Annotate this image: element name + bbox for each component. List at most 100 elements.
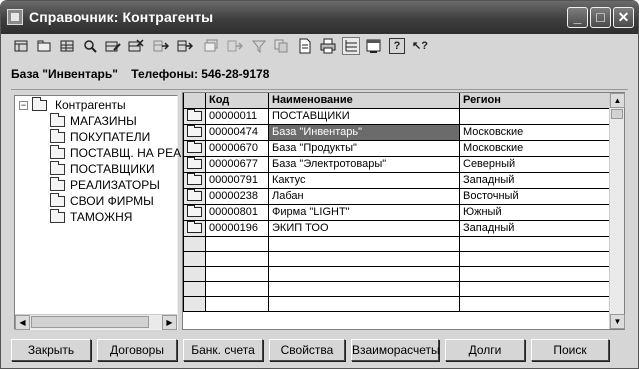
table-row[interactable] (183, 235, 611, 252)
table-row[interactable] (183, 265, 611, 282)
cell-name[interactable]: ПОСТАВЩИКИ (268, 107, 460, 125)
cell-name[interactable] (268, 235, 460, 252)
copy-icon[interactable] (273, 38, 289, 54)
cell-code[interactable] (205, 280, 269, 297)
cell-name[interactable]: База "Электротовары" (268, 155, 460, 173)
company-name: База "Инвентарь" (11, 67, 118, 81)
cell-region[interactable]: Южный (459, 203, 611, 221)
minimize-button[interactable]: _ (567, 7, 588, 28)
scroll-thumb[interactable] (31, 316, 149, 328)
grid-icon[interactable] (59, 38, 75, 54)
scroll-thumb[interactable] (611, 109, 623, 119)
move-group-icon[interactable] (227, 38, 243, 54)
table-row[interactable]: 00000670 База "Продукты" Московские (183, 139, 611, 157)
table-row[interactable]: 00000011 ПОСТАВЩИКИ (183, 107, 611, 125)
print-icon[interactable] (320, 38, 336, 54)
maximize-button[interactable]: □ (590, 7, 611, 28)
scroll-down-icon[interactable]: ▼ (610, 314, 625, 329)
category-tree[interactable]: − Контрагенты МАГАЗИНЫ ПОКУПАТЕЛИ ПОСТАВ… (14, 95, 181, 330)
scroll-up-icon[interactable]: ▲ (610, 93, 625, 108)
tree-item-label: СВОИ ФИРМЫ (70, 194, 154, 208)
cell-region[interactable] (459, 107, 611, 125)
cell-name[interactable]: База "Продукты" (268, 139, 460, 157)
column-header-name[interactable]: Наименование (268, 93, 460, 109)
column-header-region[interactable]: Регион (459, 93, 611, 109)
cell-region[interactable] (459, 295, 611, 312)
table-vertical-scrollbar[interactable]: ▲ ▼ (609, 93, 625, 329)
cell-code[interactable] (205, 235, 269, 252)
delete-row-icon[interactable] (128, 38, 144, 54)
scroll-right-icon[interactable]: ▶ (162, 315, 177, 330)
table-row[interactable]: 00000801 Фирма "LIGHT" Южный (183, 203, 611, 221)
document-icon[interactable] (297, 38, 313, 54)
cell-region[interactable]: Московские (459, 123, 611, 141)
close-button[interactable]: ✕ (613, 7, 634, 28)
move-icon[interactable] (153, 38, 169, 54)
table-row[interactable] (183, 295, 611, 312)
settlements-button[interactable]: Взаиморасчеты (351, 339, 440, 361)
cell-code[interactable] (205, 295, 269, 312)
properties-button[interactable]: Свойства (269, 339, 345, 361)
search-button[interactable]: Поиск (531, 339, 609, 361)
tree-item-label: РЕАЛИЗАТОРЫ (70, 178, 160, 192)
open-folder-icon[interactable] (36, 38, 52, 54)
find-icon[interactable] (82, 38, 98, 54)
cell-code[interactable]: 00000238 (205, 187, 269, 205)
cell-region[interactable]: Западный (459, 219, 611, 237)
table-row[interactable]: 00000791 Кактус Западный (183, 171, 611, 189)
cell-region[interactable] (459, 280, 611, 297)
cell-name[interactable]: Фирма "LIGHT" (268, 203, 460, 221)
tree-horizontal-scrollbar[interactable]: ◀ ▶ (15, 314, 177, 330)
cell-region[interactable]: Восточный (459, 187, 611, 205)
table-row[interactable]: 00000474 База "Инвентарь" Московские (183, 123, 611, 141)
cell-code[interactable]: 00000801 (205, 203, 269, 221)
cell-code[interactable]: 00000196 (205, 219, 269, 237)
bank-accounts-button[interactable]: Банк. счета (183, 339, 263, 361)
cell-region[interactable] (459, 265, 611, 282)
table-row[interactable]: 00000196 ЭКИП ТОО Западный (183, 219, 611, 237)
cell-code[interactable]: 00000791 (205, 171, 269, 189)
contracts-button[interactable]: Договоры (97, 339, 177, 361)
cell-code[interactable]: 00000677 (205, 155, 269, 173)
scroll-left-icon[interactable]: ◀ (15, 315, 30, 330)
tree-view-icon[interactable] (342, 37, 360, 55)
cell-region[interactable]: Московские (459, 139, 611, 157)
cell-region[interactable]: Северный (459, 155, 611, 173)
column-header-icon[interactable] (183, 93, 206, 109)
cell-name[interactable]: Кактус (268, 171, 460, 189)
cell-code[interactable]: 00000474 (205, 123, 269, 141)
help-icon[interactable]: ? (389, 38, 405, 54)
row-icon-cell (183, 171, 206, 189)
table-row[interactable] (183, 280, 611, 297)
window-icon[interactable] (366, 38, 382, 54)
collapse-icon[interactable]: − (19, 101, 28, 110)
table-row[interactable] (183, 250, 611, 267)
debts-button[interactable]: Долги (445, 339, 525, 361)
new-icon[interactable] (13, 38, 29, 54)
cell-code[interactable]: 00000670 (205, 139, 269, 157)
cell-code[interactable] (205, 250, 269, 267)
title-bar[interactable]: Справочник: Контрагенты _ □ ✕ (1, 1, 638, 34)
cell-region[interactable] (459, 235, 611, 252)
context-help-icon[interactable]: ↖? (411, 38, 429, 54)
cell-code[interactable]: 00000011 (205, 107, 269, 125)
cell-name[interactable]: База "Инвентарь" (268, 123, 460, 141)
contractors-table[interactable]: Код Наименование Регион 00000011 ПОСТАВЩИ… (182, 92, 625, 330)
copy-move-icon[interactable] (177, 38, 193, 54)
close-dialog-button[interactable]: Закрыть (11, 339, 91, 361)
table-row[interactable]: 00000677 База "Электротовары" Северный (183, 155, 611, 173)
cell-region[interactable]: Западный (459, 171, 611, 189)
cell-name[interactable] (268, 265, 460, 282)
column-header-code[interactable]: Код (205, 93, 269, 109)
filter-icon[interactable] (251, 38, 267, 54)
group-icon[interactable] (204, 38, 220, 54)
cell-code[interactable] (205, 265, 269, 282)
cell-name[interactable]: ЭКИП ТОО (268, 219, 460, 237)
cell-name[interactable] (268, 250, 460, 267)
edit-row-icon[interactable] (105, 38, 121, 54)
cell-name[interactable] (268, 295, 460, 312)
cell-name[interactable] (268, 280, 460, 297)
table-row[interactable]: 00000238 Лабан Восточный (183, 187, 611, 205)
cell-region[interactable] (459, 250, 611, 267)
cell-name[interactable]: Лабан (268, 187, 460, 205)
